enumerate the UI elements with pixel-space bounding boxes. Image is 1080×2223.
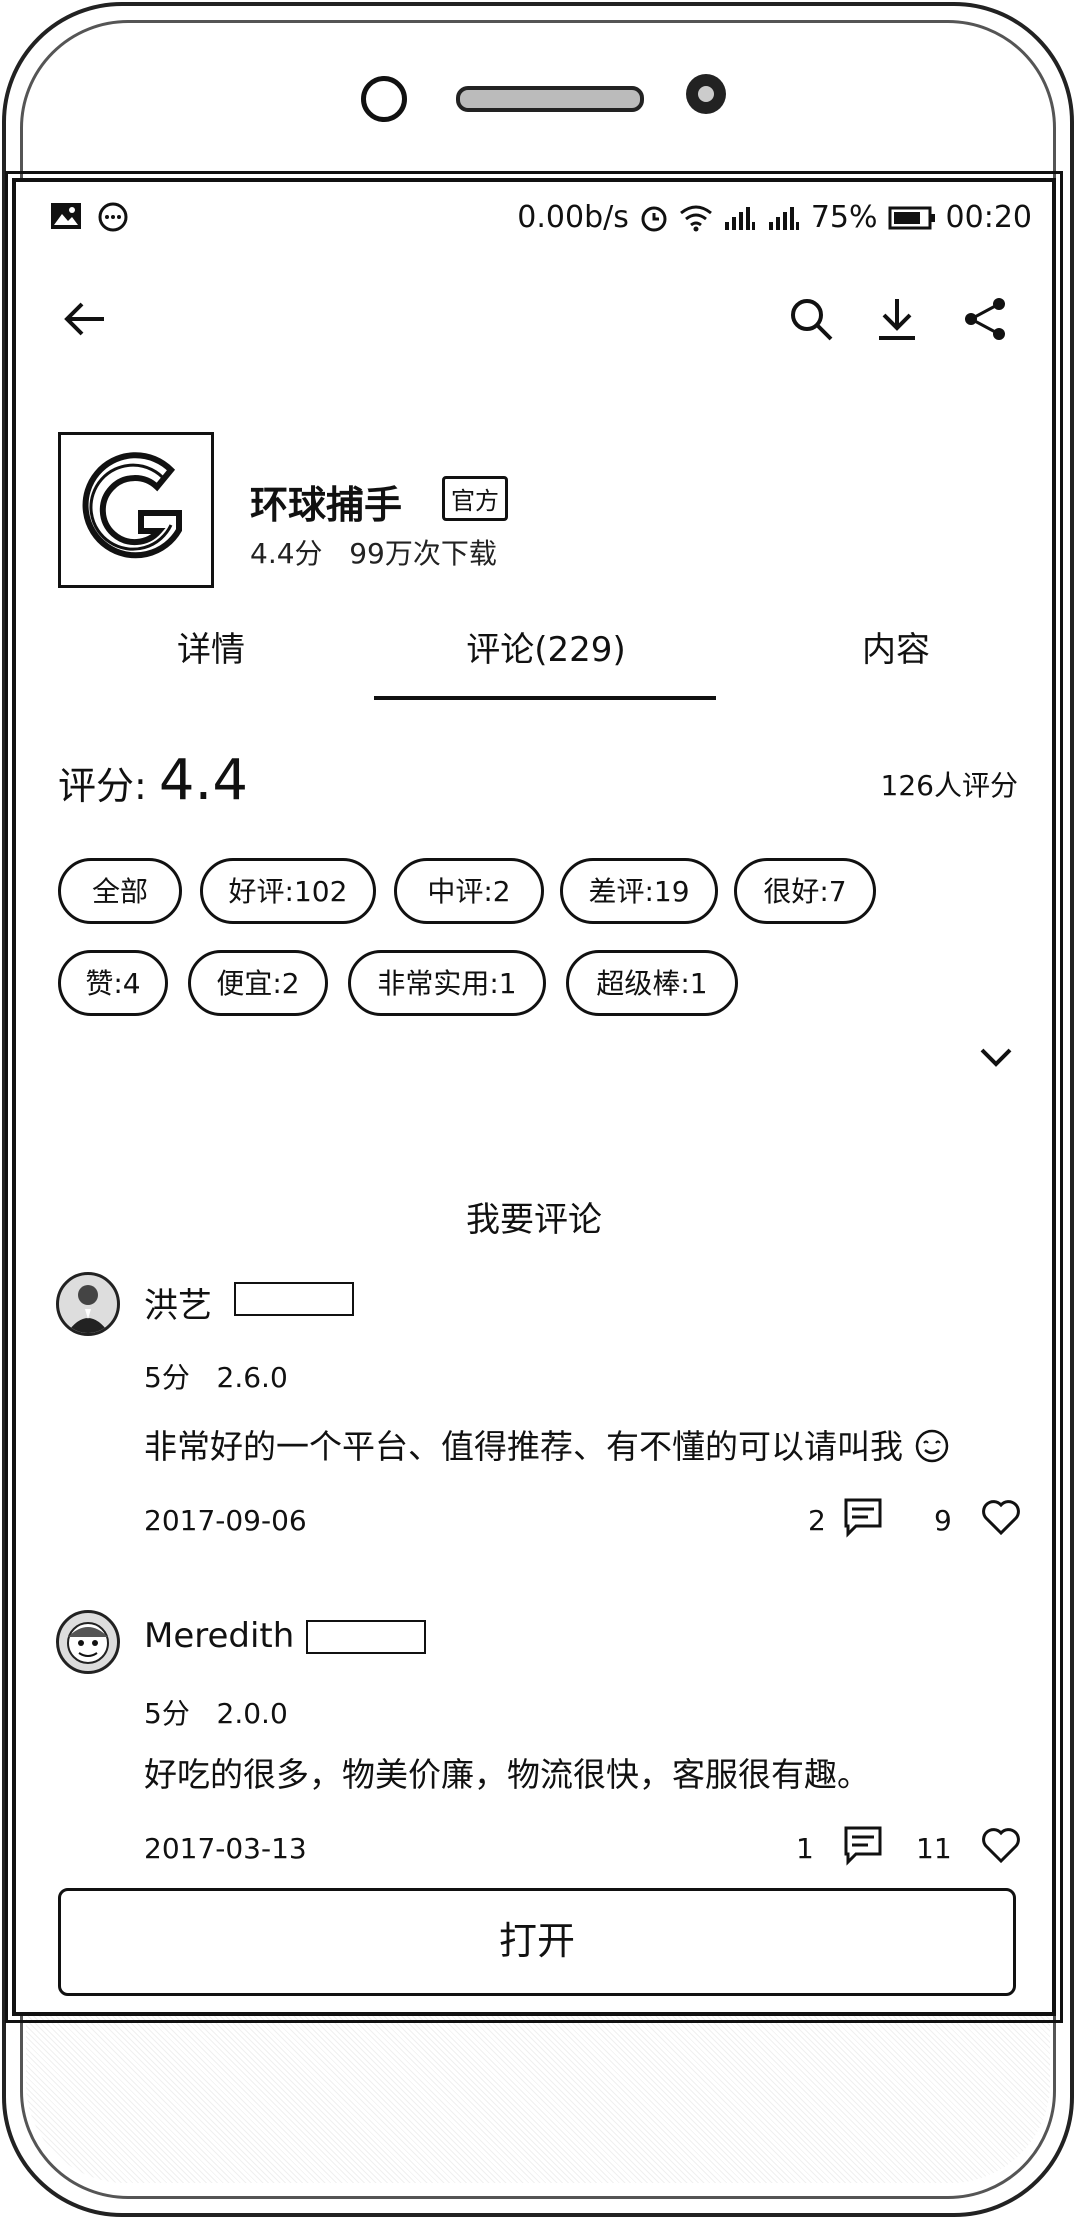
- signal-icon: [724, 206, 755, 230]
- comment-icon[interactable]: [842, 1496, 884, 1538]
- share-icon[interactable]: [960, 294, 1010, 344]
- back-arrow-icon[interactable]: [60, 294, 110, 344]
- active-tab-indicator: [374, 696, 716, 700]
- review-version: 2.6.0: [216, 1361, 288, 1394]
- status-bar: 0.00b/s 75% 00:20: [16, 182, 1052, 254]
- signal-icon: [768, 206, 799, 230]
- heart-icon[interactable]: [980, 1824, 1022, 1866]
- review-text: 非常好的一个平台、值得推荐、有不懂的可以请叫我: [144, 1420, 950, 1468]
- filter-chip-positive[interactable]: 好评:102: [200, 858, 376, 924]
- search-icon[interactable]: [786, 294, 836, 344]
- tab-reviews[interactable]: 评论(229): [376, 622, 716, 671]
- app-logo-g-icon: [82, 452, 182, 559]
- filter-chip-like[interactable]: 赞:4: [58, 950, 168, 1016]
- filter-chip-all[interactable]: 全部: [58, 858, 182, 924]
- write-comment-button[interactable]: 我要评论: [16, 1192, 1052, 1241]
- review-username: Meredith: [144, 1616, 295, 1656]
- review-score: 5分: [144, 1361, 190, 1394]
- top-bar: [16, 254, 1052, 384]
- battery-icon: [888, 206, 935, 229]
- earpiece-speaker: [456, 86, 644, 112]
- rater-count: 126人评分: [880, 769, 1018, 802]
- image-notification-icon: [51, 203, 81, 229]
- filter-chip-practical[interactable]: 非常实用:1: [348, 950, 546, 1016]
- filter-chip-cheap[interactable]: 便宜:2: [188, 950, 328, 1016]
- app-downloads: 99万次下载: [349, 537, 497, 570]
- device-tag: [306, 1620, 426, 1654]
- like-count: 9: [934, 1504, 952, 1537]
- more-notification-icon: [98, 202, 128, 232]
- open-app-button[interactable]: 打开: [58, 1888, 1016, 1996]
- review-meta: 5分 2.6.0: [144, 1356, 288, 1396]
- chevron-down-icon[interactable]: [976, 1042, 1016, 1072]
- score-summary: 评分: 4.4: [58, 748, 248, 813]
- wifi-icon: [679, 205, 712, 231]
- app-name: 环球捕手: [250, 483, 403, 527]
- like-count: 11: [916, 1832, 952, 1865]
- tab-details[interactable]: 详情: [41, 622, 381, 671]
- tab-content[interactable]: 内容: [726, 622, 1052, 671]
- score-label: 评分:: [58, 764, 147, 808]
- reply-count: 2: [808, 1504, 826, 1537]
- review-score: 5分: [144, 1697, 190, 1730]
- app-screen: 0.00b/s 75% 00:20 环球捕手 官方 4.4分 99万次下载 详情…: [5, 171, 1063, 2023]
- avatar: [56, 1610, 120, 1674]
- device-tag: [234, 1282, 354, 1316]
- filter-chip-neutral[interactable]: 中评:2: [394, 858, 544, 924]
- reply-count: 1: [796, 1832, 814, 1865]
- app-logo: [58, 432, 214, 588]
- review-meta: 5分 2.0.0: [144, 1692, 288, 1732]
- heart-icon[interactable]: [980, 1496, 1022, 1538]
- clock: 00:20: [945, 200, 1032, 235]
- alarm-icon: [641, 206, 667, 231]
- review-text: 好吃的很多，物美价廉，物流很快，客服很有趣。: [144, 1755, 870, 1794]
- smile-emoji-icon: [915, 1429, 948, 1463]
- front-sensor: [686, 74, 726, 114]
- review-date: 2017-03-13: [144, 1832, 307, 1865]
- app-header: 环球捕手 官方 4.4分 99万次下载: [58, 432, 1018, 602]
- battery-percent: 75%: [810, 200, 878, 235]
- tab-bar: 详情 评论(229) 内容: [16, 622, 1052, 702]
- download-icon[interactable]: [872, 294, 922, 344]
- score-value: 4.4: [158, 748, 248, 813]
- network-speed: 0.00b/s: [517, 200, 629, 235]
- review-date: 2017-09-06: [144, 1504, 307, 1537]
- review-version: 2.0.0: [216, 1697, 288, 1730]
- filter-chip-negative[interactable]: 差评:19: [560, 858, 718, 924]
- phone-chin: [26, 2013, 1050, 2183]
- front-camera-ring: [361, 76, 407, 122]
- comment-icon[interactable]: [842, 1824, 884, 1866]
- filter-chip-very-good[interactable]: 很好:7: [734, 858, 876, 924]
- app-meta: 4.4分 99万次下载: [250, 532, 497, 572]
- app-rating: 4.4分: [250, 537, 323, 570]
- official-badge: 官方: [442, 476, 508, 521]
- review-username: 洪艺: [144, 1286, 212, 1326]
- avatar: [56, 1272, 120, 1336]
- filter-chip-awesome[interactable]: 超级棒:1: [566, 950, 738, 1016]
